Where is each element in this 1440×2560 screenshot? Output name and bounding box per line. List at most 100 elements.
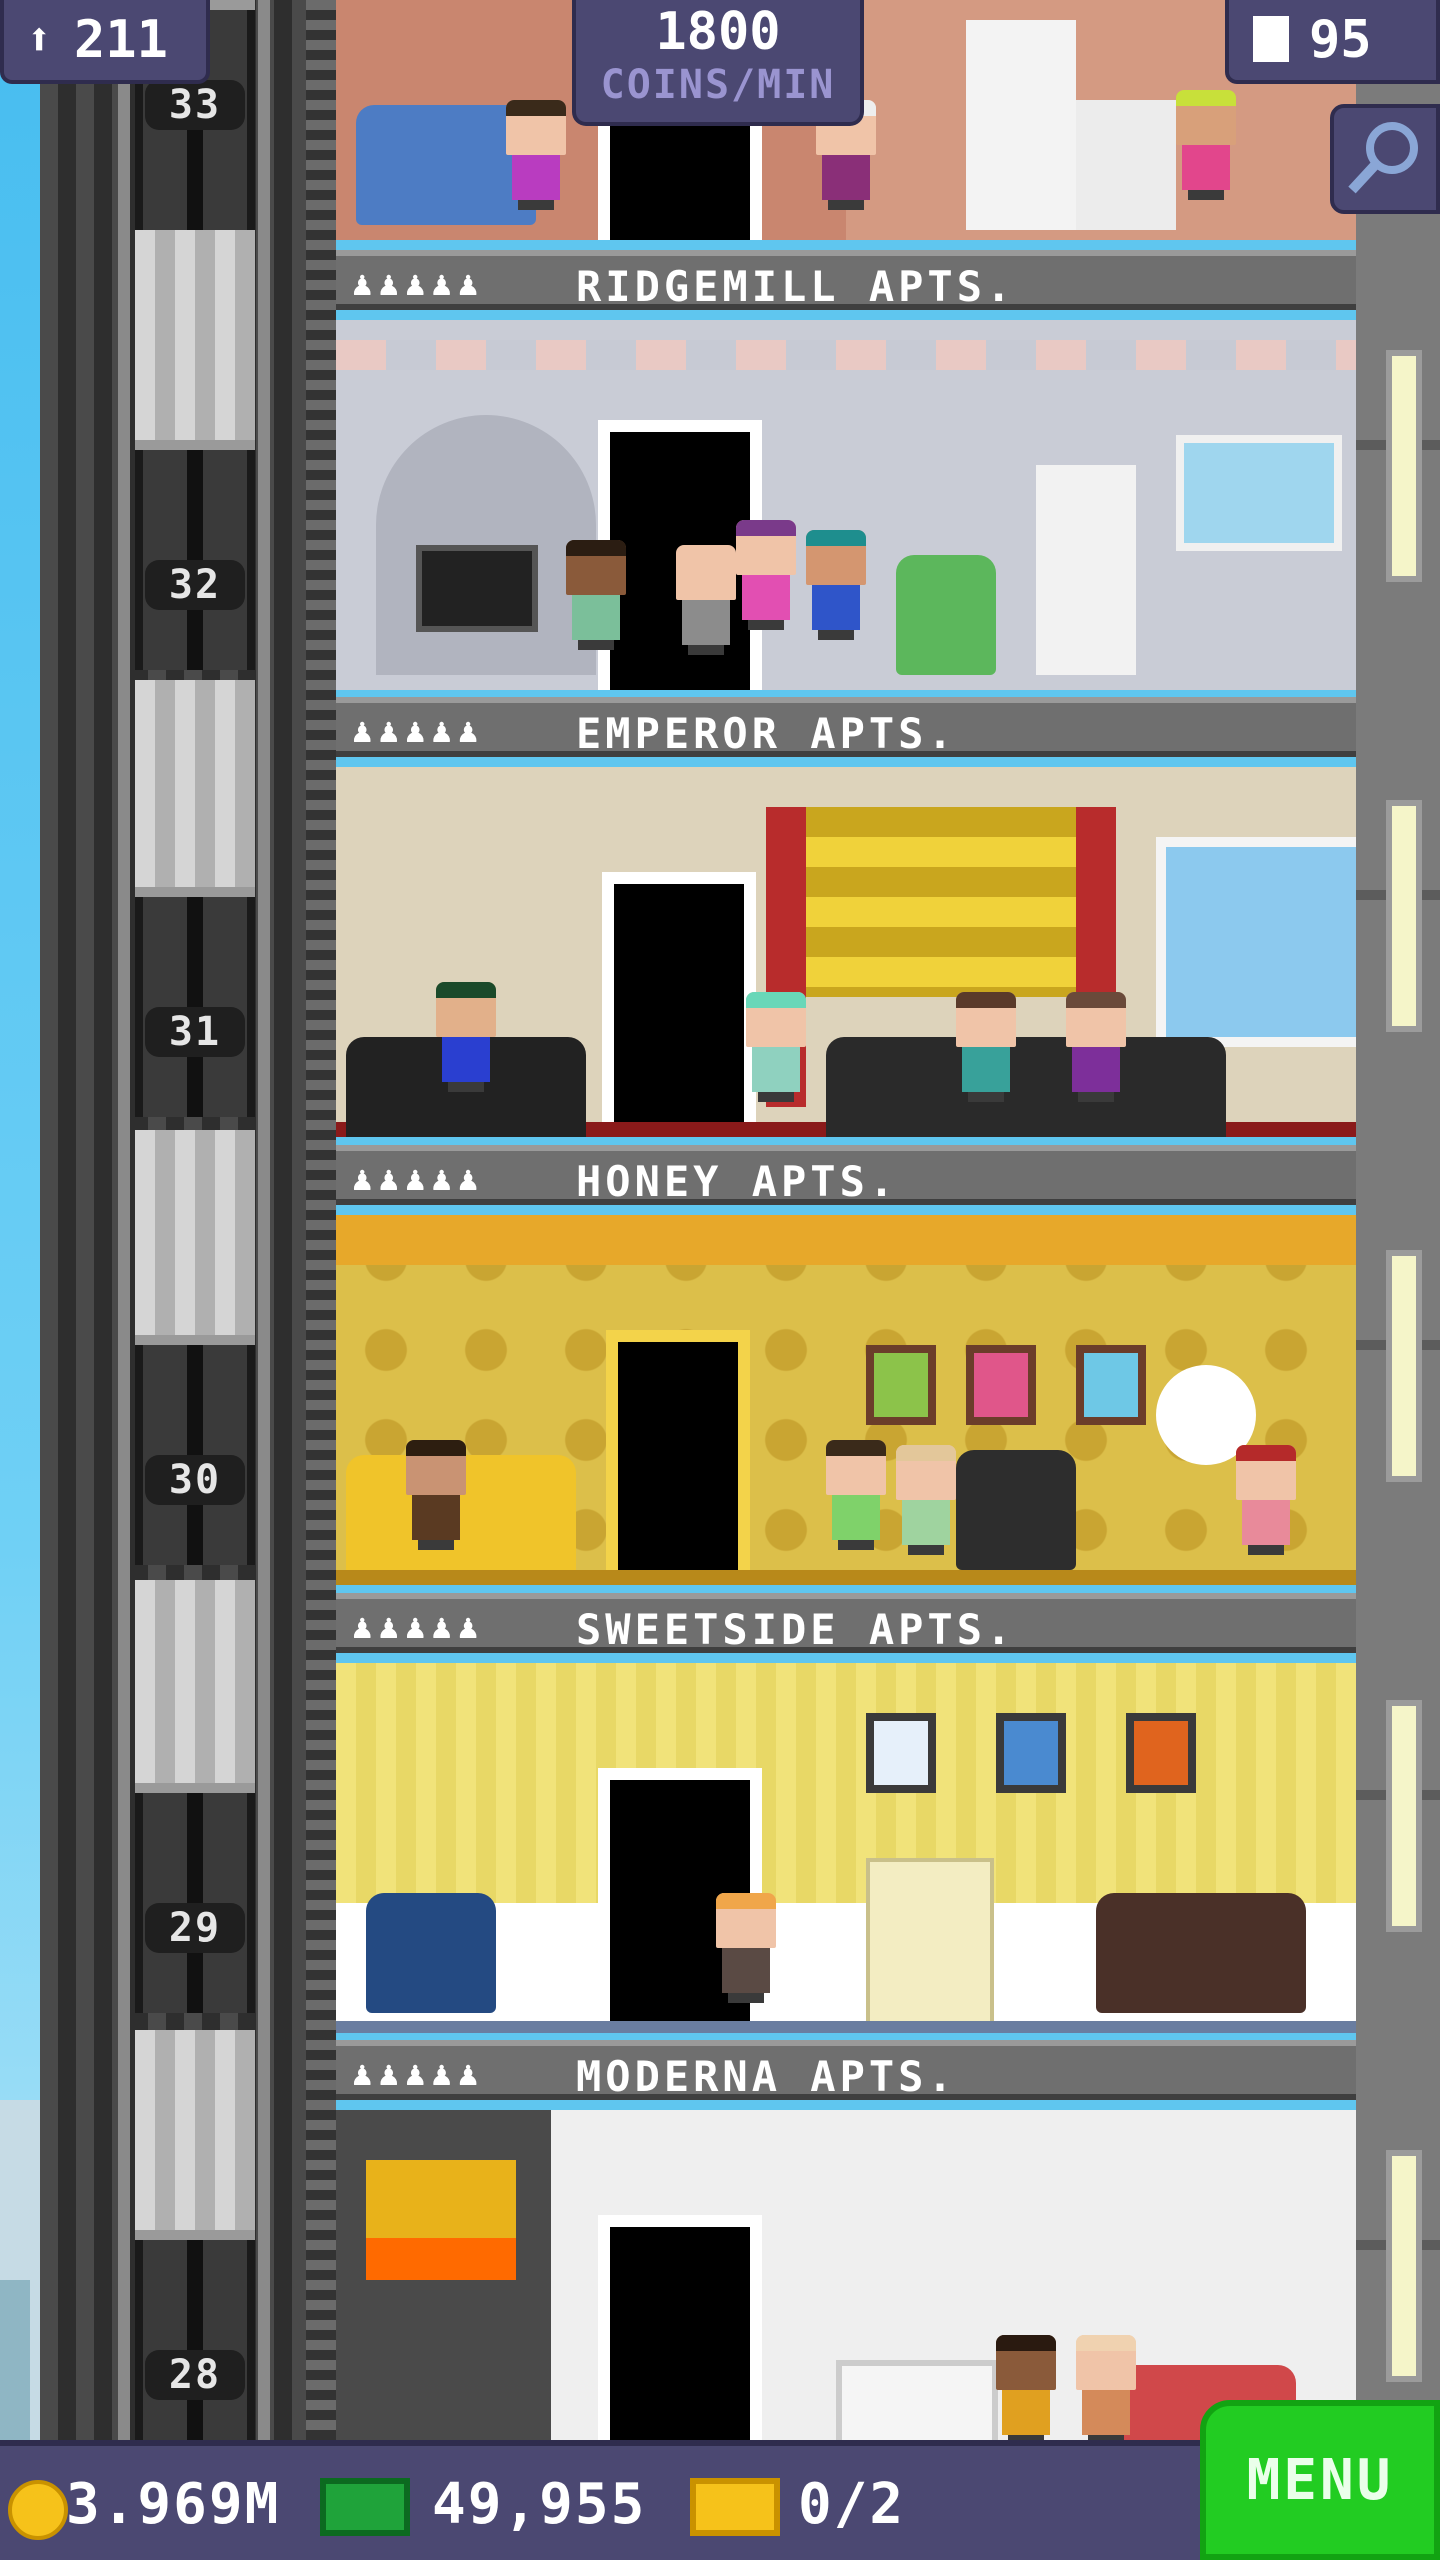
resident[interactable]: [566, 540, 626, 650]
apartment-door: [606, 1330, 750, 1585]
room-honey[interactable]: [336, 1215, 1356, 1585]
elevator-door: [135, 887, 255, 1117]
floor-trim: [336, 1570, 1356, 1585]
bux-value: 49,955: [432, 2472, 647, 2537]
room-emperor[interactable]: [336, 767, 1356, 1137]
elevator-rail-left: [118, 0, 130, 2440]
floor-name: HONEY APTS.: [576, 1157, 899, 1206]
elevator-door: [135, 440, 255, 670]
resident[interactable]: [436, 982, 496, 1092]
resident[interactable]: [746, 992, 806, 1102]
elevator-gap: [135, 230, 255, 450]
coins-value: 3.969M: [66, 2472, 281, 2537]
floor-label-sweetside[interactable]: ♟♟♟♟♟ SWEETSIDE APTS.: [336, 1593, 1356, 1654]
resident[interactable]: [1176, 90, 1236, 200]
floor-name: MODERNA APTS.: [576, 2052, 957, 2101]
resident[interactable]: [956, 992, 1016, 1102]
elevator-floor-number: 29: [145, 1903, 245, 1953]
search-button[interactable]: [1330, 104, 1440, 214]
armchair: [366, 1893, 496, 2013]
floor-label-ridgemill[interactable]: ♟♟♟♟♟ RIDGEMILL APTS.: [336, 250, 1356, 311]
edge-window: [1386, 1700, 1422, 1932]
window: [1176, 435, 1342, 551]
elevator-door: [135, 2230, 255, 2440]
floor-count-value: 95: [1309, 10, 1372, 70]
coins-per-minute-display[interactable]: 1800 COINS/MIN: [572, 0, 864, 126]
elevator-floor-number: 31: [145, 1007, 245, 1057]
elevator-door: [135, 1335, 255, 1565]
resident-count-icons: ♟♟♟♟♟: [352, 1159, 485, 1199]
armchair: [956, 1450, 1076, 1570]
resident[interactable]: [806, 530, 866, 640]
elevator-stop-31[interactable]: 31: [135, 887, 255, 1117]
floor-name: RIDGEMILL APTS.: [576, 262, 1016, 311]
sofa: [1096, 1893, 1306, 2013]
elevator-gap: [135, 1580, 255, 1800]
apartment-door: [598, 110, 762, 240]
elevator-stop-28[interactable]: 28: [135, 2230, 255, 2460]
population-counter[interactable]: ⬆ 211: [0, 0, 210, 84]
elevator-shaft-edge: [306, 0, 336, 2440]
stove: [1076, 100, 1176, 230]
window: [1156, 837, 1356, 1047]
floor-name: SWEETSIDE APTS.: [576, 1605, 1016, 1654]
search-icon: [1348, 122, 1418, 194]
menu-button[interactable]: MENU: [1200, 2400, 1440, 2560]
resident[interactable]: [716, 1893, 776, 2003]
sofa: [826, 1037, 1226, 1137]
resident-count-icons: ♟♟♟♟♟: [352, 711, 485, 751]
edge-window: [1386, 350, 1422, 582]
gold-wall: [780, 807, 1100, 997]
resident[interactable]: [406, 1440, 466, 1550]
elevator-stop-32[interactable]: 32: [135, 440, 255, 670]
resident[interactable]: [826, 1440, 886, 1550]
elevator-stop-29[interactable]: 29: [135, 1783, 255, 2013]
framed-picture: [866, 1345, 936, 1425]
bux-icon: [320, 2478, 410, 2536]
room-ridgemill[interactable]: [336, 320, 1356, 690]
floor-trim: [336, 2021, 1356, 2033]
floor-label-moderna[interactable]: ♟♟♟♟♟ MODERNA APTS.: [336, 2040, 1356, 2101]
person-icon: ⬆: [26, 14, 53, 65]
edge-window: [1386, 800, 1422, 1032]
framed-picture: [996, 1713, 1066, 1793]
wallpaper-border: [336, 340, 1356, 370]
room-moderna[interactable]: [336, 2110, 1356, 2440]
resident[interactable]: [1076, 2335, 1136, 2440]
coin-icon: [8, 2480, 68, 2540]
edge-window: [1386, 1250, 1422, 1482]
resident[interactable]: [896, 1445, 956, 1555]
coins-rate-unit: COINS/MIN: [600, 62, 836, 108]
resident-count-icons: ♟♟♟♟♟: [352, 264, 485, 304]
honey-drip: [336, 1215, 1356, 1265]
population-value: 211: [74, 10, 168, 70]
resident[interactable]: [676, 545, 736, 655]
fireplace: [836, 2360, 998, 2440]
coins-rate-value: 1800: [655, 2, 781, 62]
elevator-rail-right: [258, 0, 270, 2440]
elevator-gap: [135, 1130, 255, 1350]
resident-count-icons: ♟♟♟♟♟: [352, 1607, 485, 1647]
resident[interactable]: [736, 520, 796, 630]
refrigerator: [1036, 465, 1136, 675]
resident[interactable]: [996, 2335, 1056, 2440]
room-sweetside[interactable]: [336, 1663, 1356, 2033]
modern-art-painting: [366, 2160, 516, 2280]
framed-picture: [1126, 1713, 1196, 1793]
arcade-machine: [866, 1858, 994, 2031]
elevator-door: [135, 1783, 255, 2013]
elevator-stop-30[interactable]: 30: [135, 1335, 255, 1565]
resident[interactable]: [1236, 1445, 1296, 1555]
framed-picture: [866, 1713, 936, 1793]
refrigerator: [966, 20, 1076, 230]
resident[interactable]: [506, 100, 566, 210]
resident-count-icons: ♟♟♟♟♟: [352, 2054, 485, 2094]
floor-label-emperor[interactable]: ♟♟♟♟♟ EMPEROR APTS.: [336, 697, 1356, 758]
framed-picture: [1076, 1345, 1146, 1425]
building-icon: [1253, 16, 1289, 62]
floor-label-honey[interactable]: ♟♟♟♟♟ HONEY APTS.: [336, 1145, 1356, 1206]
armchair: [896, 555, 996, 675]
elevator-floor-number: 30: [145, 1455, 245, 1505]
resident[interactable]: [1066, 992, 1126, 1102]
floor-counter[interactable]: 95: [1225, 0, 1440, 84]
